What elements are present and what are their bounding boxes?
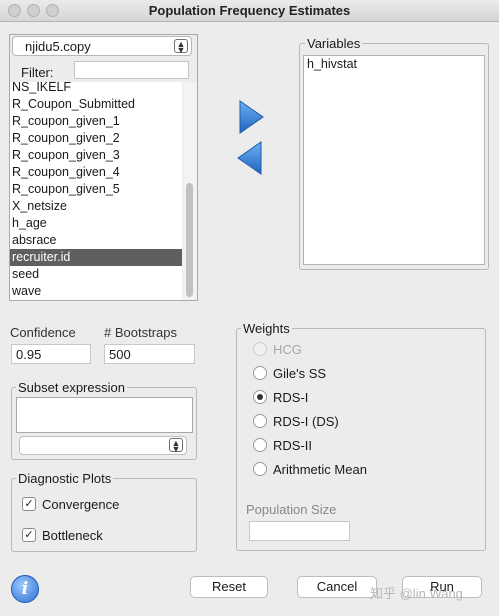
convergence-label: Convergence [42,497,120,512]
reset-button[interactable]: Reset [190,576,268,598]
radio-hcg-label: HCG [273,342,302,357]
arrow-right-icon[interactable] [237,99,265,135]
radio-hcg[interactable] [253,342,267,356]
list-item[interactable]: recruiter.id [10,249,182,266]
bootstraps-label: # Bootstraps [104,325,177,340]
list-item[interactable]: R_coupon_given_5 [10,181,182,198]
radio-rds-ii[interactable] [253,438,267,452]
cancel-button[interactable]: Cancel [297,576,377,598]
weights-title: Weights [241,321,292,336]
population-size-label: Population Size [246,502,337,517]
bottleneck-label: Bottleneck [42,528,103,543]
radio-rds-ii-label: RDS-II [273,438,312,453]
list-item[interactable]: R_coupon_given_4 [10,164,182,181]
list-item[interactable]: h_age [10,215,182,232]
arrow-left-icon[interactable] [236,140,264,176]
list-item[interactable]: R_coupon_given_1 [10,113,182,130]
subset-combo[interactable]: ▲ ▼ [19,436,187,455]
window-title: Population Frequency Estimates [148,3,351,18]
filter-input[interactable] [74,61,189,79]
variables-list[interactable] [303,55,485,265]
info-icon[interactable]: i [11,575,39,603]
confidence-label: Confidence [10,325,76,340]
chevron-updown-icon: ▲ ▼ [174,39,188,55]
diagnostics-group: Diagnostic Plots [11,471,197,552]
list-item[interactable]: X_netsize [10,198,182,215]
list-item[interactable]: R_coupon_given_3 [10,147,182,164]
chevron-updown-icon: ▲ ▼ [169,438,183,454]
watermark: 知乎 @lin Wang [370,586,463,601]
list-item[interactable]: absrace [10,232,182,249]
list-item[interactable]: wave [10,283,182,300]
list-scroll-thumb[interactable] [186,183,193,297]
bootstraps-input[interactable]: 500 [104,344,195,364]
radio-rds-i-ds-label: RDS-I (DS) [273,414,339,429]
list-item[interactable]: NS_IKELF [10,82,182,96]
diagnostics-title: Diagnostic Plots [16,471,114,486]
radio-rds-i-label: RDS-I [273,390,309,405]
subset-title: Subset expression [16,380,127,395]
radio-arithmetic-mean-label: Arithmetic Mean [273,462,367,477]
variables-title: Variables [305,36,363,51]
radio-rds-i[interactable] [253,390,267,404]
radio-arithmetic-mean[interactable] [253,462,267,476]
radio-giles-ss-label: Gile's SS [273,366,327,381]
list-item[interactable]: R_coupon_given_2 [10,130,182,147]
radio-rds-i-ds[interactable] [253,414,267,428]
confidence-input[interactable]: 0.95 [11,344,91,364]
list-item[interactable]: seed [10,266,182,283]
list-item[interactable]: R_Coupon_Submitted [10,96,182,113]
dataset-combo[interactable]: njidu5.copy ▲ ▼ [12,36,192,56]
dataset-combo-value: njidu5.copy [25,39,91,54]
convergence-checkbox[interactable]: ✓ [22,497,36,511]
radio-giles-ss[interactable] [253,366,267,380]
bottleneck-checkbox[interactable]: ✓ [22,528,36,542]
variables-list-item[interactable]: h_hivstat [307,57,357,71]
variable-list[interactable]: NS_IKELF R_Coupon_Submitted R_coupon_given… [10,82,182,300]
filter-label: Filter: [21,65,54,80]
population-size-input[interactable] [249,521,350,541]
subset-textarea[interactable] [16,397,193,433]
